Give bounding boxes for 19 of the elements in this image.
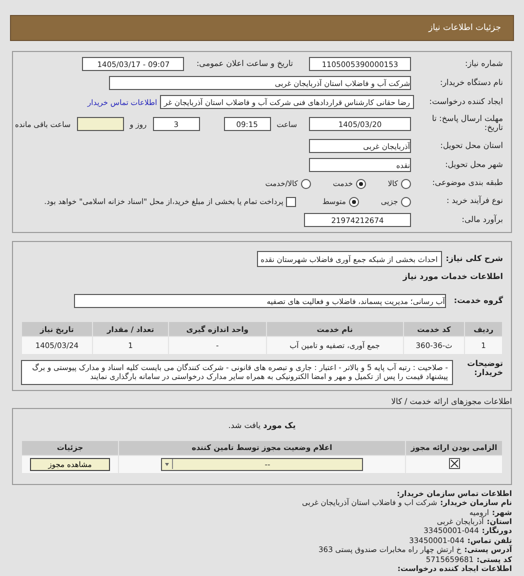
field-label: شرح کلی نیاز:	[446, 254, 503, 264]
field-label: مهلت ارسال پاسخ: تا تاریخ:	[430, 115, 503, 133]
field-label: استان محل تحویل:	[439, 142, 503, 150]
field-label: گروه خدمت:	[454, 296, 503, 306]
field-label: برآورد مالی:	[460, 216, 503, 224]
field-label: توضیحات خریدار:	[466, 360, 503, 378]
field-label: نوع فرآیند خرید :	[445, 197, 503, 206]
field-label: شماره نیاز:	[464, 60, 503, 68]
field-label: تاریخ و ساعت اعلان عمومی:	[196, 60, 293, 68]
section-heading: اطلاعات مجوزهای ارائه خدمت / کالا	[390, 396, 512, 406]
field-label: طبقه بندی موضوعی:	[431, 179, 503, 188]
section-heading: اطلاعات خدمات مورد نیاز	[402, 272, 503, 281]
dropdown-caret-icon	[162, 459, 174, 470]
results-count: یک مورد یافت شد.	[227, 420, 297, 432]
field-label: نام دستگاه خریدار:	[439, 78, 503, 88]
field-label: شهر محل تحویل:	[444, 160, 503, 170]
hours-left-field	[76, 117, 124, 131]
page-header: جزئیات اطلاعات نیاز	[10, 15, 514, 41]
field-label: ایجاد کننده درخواست:	[428, 98, 503, 106]
